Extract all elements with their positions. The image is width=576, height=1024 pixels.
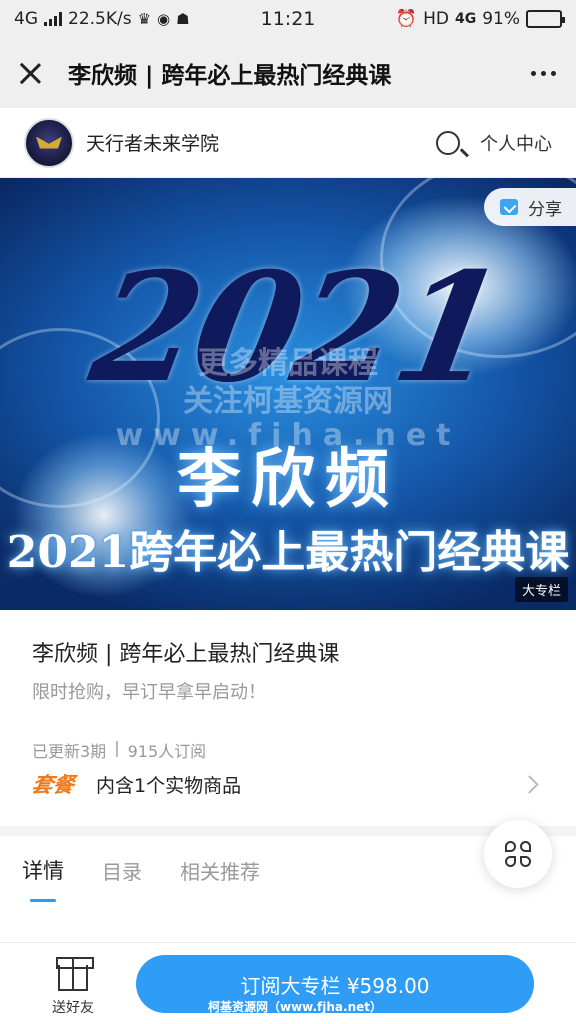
package-tag: 套餐 — [29, 773, 76, 797]
search-icon[interactable] — [436, 130, 460, 155]
status-right: ⏰ HD 4G 91% — [395, 9, 565, 29]
profile-link[interactable]: 个人中心 — [480, 130, 552, 156]
close-icon[interactable] — [16, 59, 44, 87]
app-icon: ◉ — [157, 10, 171, 28]
gift-friend-button[interactable]: 送好友 — [36, 957, 110, 1017]
status-left: 4G 22.5K/s ♛ ◉ ☗ — [14, 9, 190, 29]
share-button[interactable]: 分享 — [484, 188, 576, 226]
signal-icon — [44, 12, 62, 26]
share-label: 分享 — [528, 199, 562, 220]
page-title: 李欣频 | 跨年必上最热门经典课 — [68, 63, 392, 89]
subscribe-button[interactable]: 订阅大专栏 ¥598.00 — [136, 955, 534, 1013]
gift-icon — [56, 957, 94, 991]
battery-icon — [526, 10, 565, 28]
battery-percent: 91% — [482, 9, 520, 29]
chevron-right-icon — [520, 774, 539, 794]
banner-course-title: 2021跨年必上最热门经典课 — [6, 527, 570, 578]
package-row[interactable]: 套餐 内含1个实物商品 — [0, 752, 576, 816]
title-bar: 李欣频 | 跨年必上最热门经典课 — [0, 38, 576, 108]
floating-menu-button[interactable] — [484, 820, 552, 888]
network-type: 4G — [14, 9, 38, 29]
crown-icon: ♛ — [137, 10, 152, 28]
share-icon — [500, 199, 518, 215]
brand-logo[interactable] — [24, 117, 74, 168]
network-speed: 22.5K/s — [68, 9, 132, 29]
tab-catalog[interactable]: 目录 — [102, 836, 142, 904]
course-title: 李欣频 | 跨年必上最热门经典课 — [32, 642, 340, 667]
course-subtitle: 限时抢购，早订早拿早启动！ — [32, 682, 266, 703]
gift-label: 送好友 — [52, 1000, 94, 1016]
course-info: 李欣频 | 跨年必上最热门经典课 限时抢购，早订早拿早启动！ 已更新3期 | 9… — [0, 610, 576, 762]
status-bar: 4G 22.5K/s ♛ ◉ ☗ 11:21 ⏰ HD 4G 91% — [0, 0, 576, 38]
site-header: 天行者未来学院 个人中心 — [0, 108, 576, 178]
bottom-bar: 送好友 订阅大专栏 ¥598.00 柯基资源网（www.fjha.net） — [0, 942, 576, 1024]
column-tag: 大专栏 — [514, 577, 568, 602]
alarm-icon: ⏰ — [395, 9, 418, 29]
network-type-right: 4G — [454, 11, 477, 27]
more-options-icon[interactable] — [527, 63, 560, 84]
course-banner: 2021 更多精品课程 关注柯基资源网 www.fjha.net 李欣频 202… — [0, 178, 576, 610]
banner-watermark: 关注柯基资源网 — [183, 384, 393, 419]
tab-recommendations[interactable]: 相关推荐 — [180, 836, 260, 904]
menu-grid-icon — [505, 841, 531, 867]
qq-icon: ☗ — [176, 10, 190, 28]
banner-author: 李欣频 — [177, 443, 399, 517]
tab-details[interactable]: 详情 — [22, 836, 64, 904]
hd-label: HD — [423, 9, 449, 29]
brand-name[interactable]: 天行者未来学院 — [86, 129, 436, 156]
package-text: 内含1个实物商品 — [96, 774, 242, 797]
